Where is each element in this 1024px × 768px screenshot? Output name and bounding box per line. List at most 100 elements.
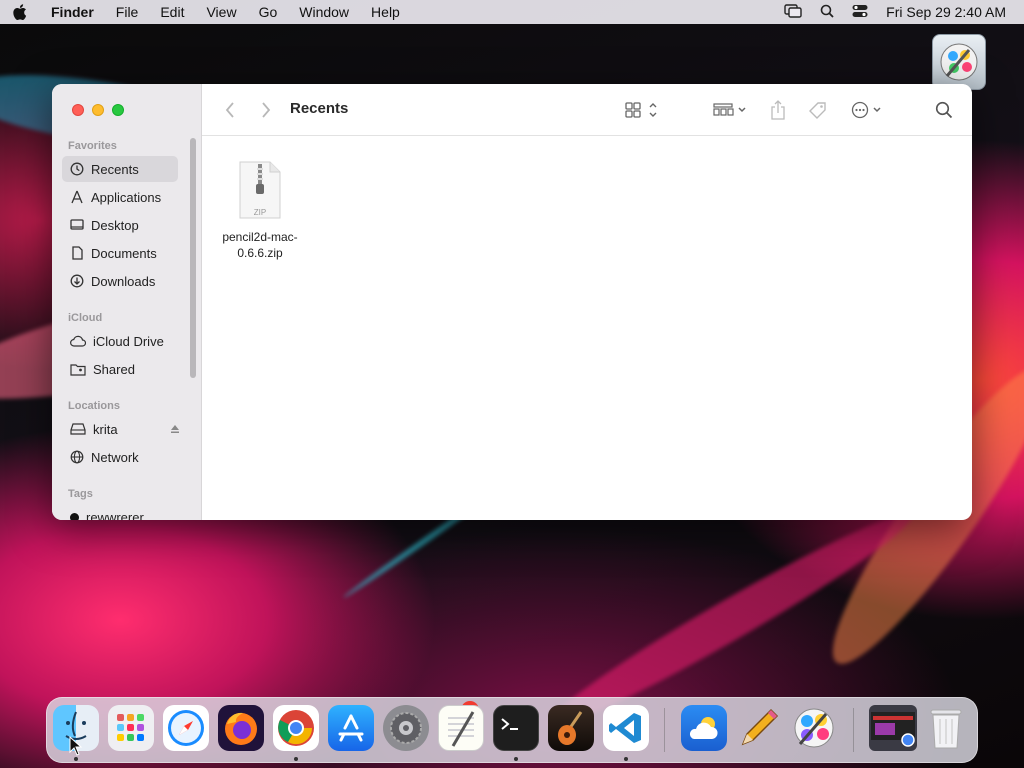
launchpad-icon bbox=[117, 714, 144, 741]
dock: 2 bbox=[46, 697, 978, 763]
sidebar-item-label: Downloads bbox=[91, 273, 156, 289]
tag-color-dot bbox=[70, 512, 79, 520]
menubar-clock[interactable]: Fri Sep 29 2:40 AM bbox=[886, 4, 1006, 20]
view-mode-button[interactable] bbox=[622, 98, 662, 122]
sidebar-item-label: krita bbox=[93, 421, 118, 437]
dock-weather[interactable] bbox=[681, 705, 727, 751]
sidebar-item-label: Documents bbox=[91, 245, 157, 261]
sidebar-item-tag[interactable]: rewwrerer bbox=[62, 504, 178, 520]
sidebar-scrollbar[interactable] bbox=[190, 138, 196, 378]
applications-icon bbox=[71, 190, 83, 204]
share-icon bbox=[771, 100, 785, 120]
dock-pencil2d[interactable] bbox=[736, 705, 782, 751]
sidebar-item-label: Network bbox=[91, 449, 139, 465]
dock-firefox[interactable] bbox=[218, 705, 264, 751]
sidebar-header-favorites: Favorites bbox=[68, 140, 117, 152]
sidebar-header-icloud: iCloud bbox=[68, 312, 103, 324]
running-indicator bbox=[514, 757, 518, 761]
finder-sidebar: Favorites Recents Applications Desktop D… bbox=[52, 84, 202, 520]
gear-icon bbox=[390, 712, 422, 744]
chevron-right-icon bbox=[262, 102, 271, 118]
sidebar-item-icloud-drive[interactable]: iCloud Drive bbox=[62, 328, 178, 354]
trash-icon bbox=[930, 709, 962, 749]
zoom-button[interactable] bbox=[112, 104, 124, 116]
file-item[interactable]: ZIP pencil2d-mac-0.6.6.zip bbox=[218, 160, 302, 261]
weather-icon bbox=[689, 717, 718, 739]
menu-help[interactable]: Help bbox=[360, 0, 411, 24]
dock-vscode[interactable] bbox=[603, 705, 649, 751]
chevron-left-icon bbox=[225, 102, 234, 118]
safari-icon bbox=[168, 710, 204, 746]
sidebar-item-downloads[interactable]: Downloads bbox=[62, 268, 178, 294]
sidebar-item-krita[interactable]: krita bbox=[62, 416, 180, 442]
menu-window[interactable]: Window bbox=[288, 0, 360, 24]
mouse-cursor-icon bbox=[69, 736, 83, 756]
group-button[interactable] bbox=[710, 98, 750, 122]
control-center-icon[interactable] bbox=[852, 4, 868, 21]
shared-folder-icon bbox=[70, 363, 86, 376]
sidebar-item-label: Applications bbox=[91, 189, 162, 205]
dock-launchpad[interactable] bbox=[108, 705, 154, 751]
dock-separator bbox=[853, 708, 854, 752]
dock-app-store[interactable] bbox=[328, 705, 374, 751]
apple-menu-icon[interactable] bbox=[0, 4, 40, 20]
dock-safari[interactable] bbox=[163, 705, 209, 751]
action-menu-button[interactable] bbox=[848, 98, 888, 122]
clock-icon bbox=[70, 162, 84, 176]
dock-recent-screenshot[interactable] bbox=[869, 705, 917, 751]
sidebar-item-label: Recents bbox=[91, 161, 139, 177]
back-button[interactable] bbox=[220, 98, 240, 122]
sidebar-header-locations: Locations bbox=[68, 400, 120, 412]
close-button[interactable] bbox=[72, 104, 84, 116]
finder-window: Favorites Recents Applications Desktop D… bbox=[52, 84, 972, 520]
screen-mirroring-icon[interactable] bbox=[784, 3, 802, 21]
menu-edit[interactable]: Edit bbox=[149, 0, 195, 24]
tag-button[interactable] bbox=[806, 98, 830, 122]
dock-textedit[interactable] bbox=[438, 705, 484, 751]
desktop-icon bbox=[70, 219, 84, 230]
krita-icon bbox=[794, 708, 834, 748]
app-store-icon bbox=[338, 714, 364, 742]
share-button[interactable] bbox=[768, 98, 788, 122]
download-icon bbox=[70, 274, 84, 288]
sidebar-item-documents[interactable]: Documents bbox=[62, 240, 178, 266]
sidebar-item-applications[interactable]: Applications bbox=[62, 184, 178, 210]
finder-toolbar: Recents bbox=[202, 84, 972, 136]
minimize-button[interactable] bbox=[92, 104, 104, 116]
sidebar-item-network[interactable]: Network bbox=[62, 444, 178, 470]
search-button[interactable] bbox=[932, 98, 956, 122]
dock-system-preferences[interactable] bbox=[383, 705, 429, 751]
disk-icon bbox=[70, 423, 86, 435]
terminal-icon bbox=[501, 718, 518, 730]
running-indicator bbox=[624, 757, 628, 761]
sidebar-item-shared[interactable]: Shared bbox=[62, 356, 178, 382]
chrome-icon bbox=[278, 710, 314, 746]
sidebar-item-label: iCloud Drive bbox=[93, 333, 164, 349]
dock-chrome[interactable] bbox=[273, 705, 319, 751]
menu-view[interactable]: View bbox=[195, 0, 247, 24]
sidebar-item-desktop[interactable]: Desktop bbox=[62, 212, 178, 238]
dock-garageband[interactable] bbox=[548, 705, 594, 751]
menu-file[interactable]: File bbox=[105, 0, 150, 24]
dock-terminal[interactable] bbox=[493, 705, 539, 751]
ellipsis-circle-icon bbox=[851, 101, 881, 119]
group-icon bbox=[713, 103, 746, 116]
menu-finder[interactable]: Finder bbox=[40, 0, 105, 24]
desktop-app-icon[interactable] bbox=[932, 34, 986, 90]
eject-icon[interactable] bbox=[170, 424, 180, 434]
tag-icon bbox=[809, 102, 826, 119]
dock-krita[interactable] bbox=[791, 705, 837, 751]
spotlight-search-icon[interactable] bbox=[820, 4, 834, 21]
pencil-icon bbox=[741, 708, 779, 746]
running-indicator bbox=[294, 757, 298, 761]
vscode-icon bbox=[609, 713, 641, 743]
dock-separator bbox=[664, 708, 665, 752]
sidebar-item-recents[interactable]: Recents bbox=[62, 156, 178, 182]
firefox-icon bbox=[225, 712, 257, 745]
zip-label: ZIP bbox=[253, 208, 267, 217]
forward-button[interactable] bbox=[256, 98, 276, 122]
menu-go[interactable]: Go bbox=[248, 0, 289, 24]
grid-view-icon bbox=[625, 102, 657, 118]
search-icon bbox=[935, 101, 953, 119]
dock-trash[interactable] bbox=[923, 705, 969, 751]
